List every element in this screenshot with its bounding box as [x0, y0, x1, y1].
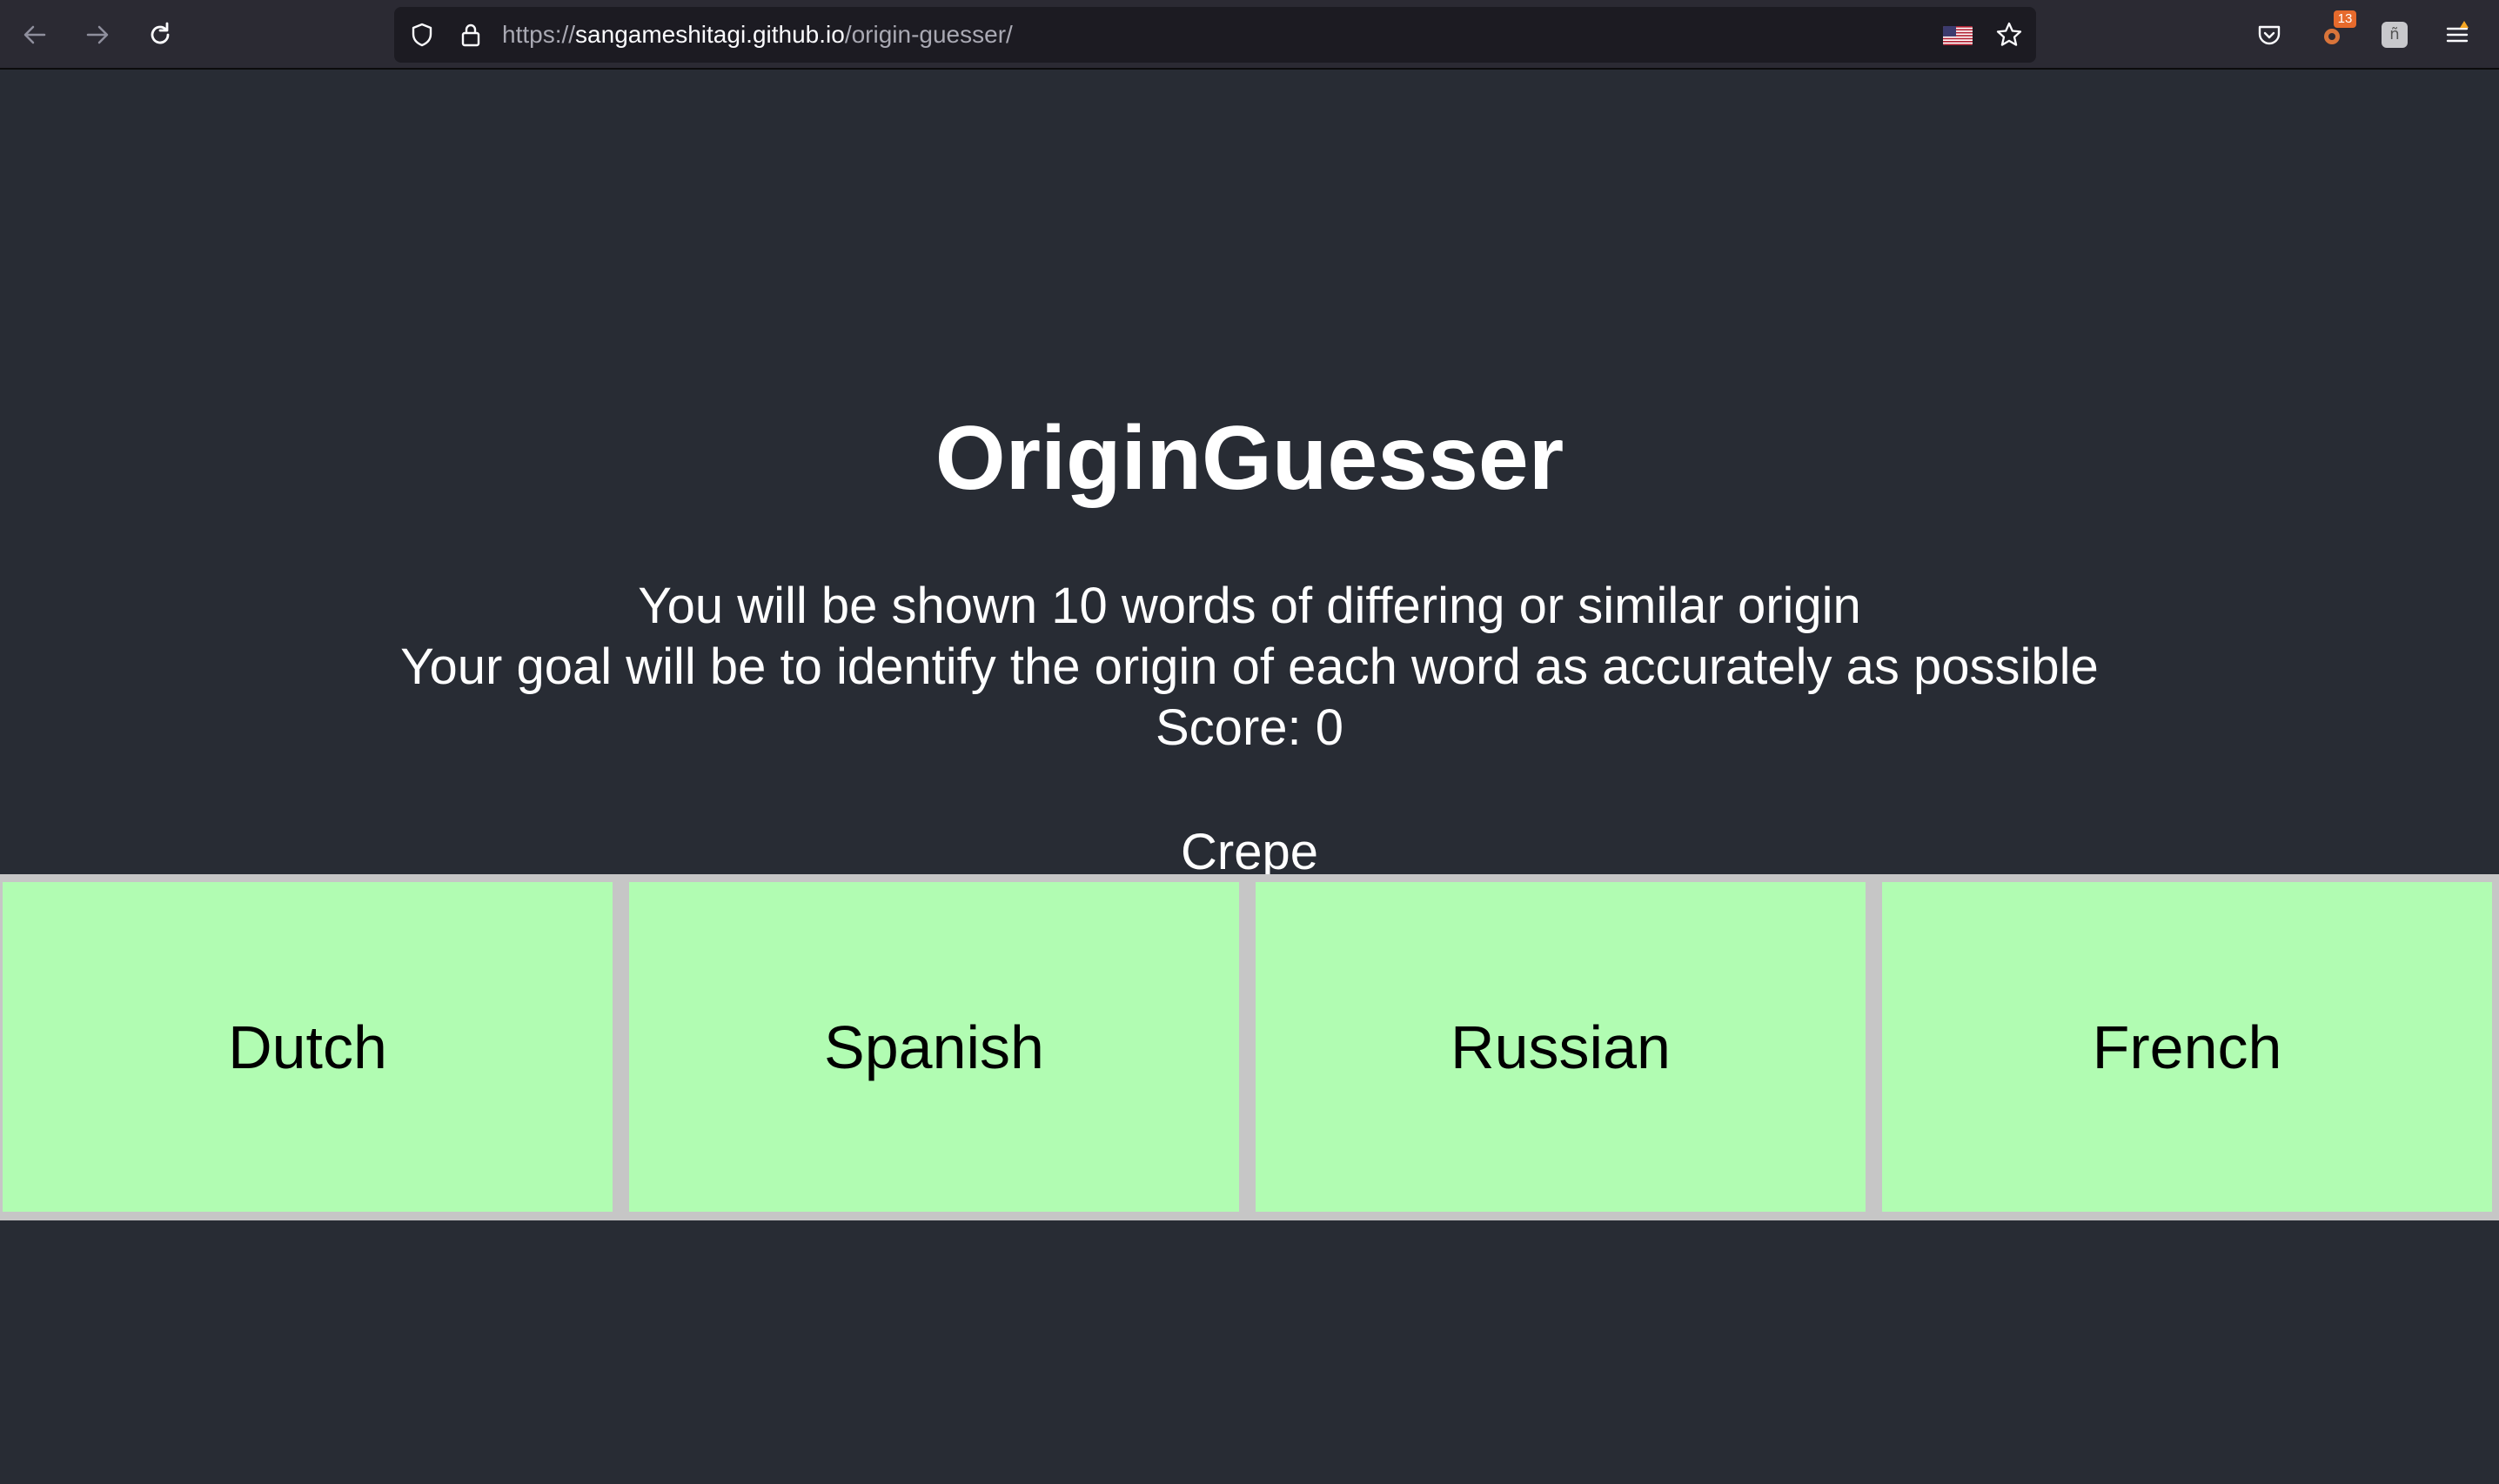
extension-badge: 13: [2334, 10, 2356, 28]
star-icon[interactable]: [1993, 19, 2025, 50]
arrow-left-icon: [23, 25, 46, 44]
page-title: OriginGuesser: [935, 408, 1564, 509]
choice-button-dutch[interactable]: Dutch: [3, 882, 613, 1212]
score-text: Score: 0: [1156, 699, 1343, 756]
lock-icon[interactable]: [455, 19, 486, 50]
url-path: /origin-guesser/: [844, 21, 1013, 48]
app-menu-button[interactable]: [2436, 14, 2478, 56]
address-bar[interactable]: https://sangameshitagi.github.io/origin-…: [394, 7, 2036, 63]
extension-square-button[interactable]: ñ: [2374, 14, 2415, 56]
forward-button[interactable]: [75, 12, 120, 57]
pocket-icon: [2258, 25, 2281, 45]
reload-button[interactable]: [137, 12, 183, 57]
pocket-button[interactable]: [2248, 14, 2290, 56]
hamburger-menu-icon: [2446, 21, 2469, 43]
browser-toolbar: https://sangameshitagi.github.io/origin-…: [0, 0, 2499, 70]
extension-letter-icon: ñ: [2382, 22, 2408, 48]
arrow-right-icon: [86, 25, 109, 44]
back-button[interactable]: [12, 12, 57, 57]
reload-icon: [151, 22, 170, 44]
url-scheme: https://: [502, 21, 576, 48]
description-line-1: You will be shown 10 words of differing …: [638, 578, 1861, 634]
choice-grid: Dutch Spanish Russian French: [0, 874, 2499, 1220]
choice-button-french[interactable]: French: [1882, 882, 2492, 1212]
extension-button[interactable]: 13: [2311, 10, 2356, 56]
description-line-2: Your goal will be to identify the origin…: [400, 638, 2099, 695]
choice-button-spanish[interactable]: Spanish: [629, 882, 1239, 1212]
page-content: OriginGuesser You will be shown 10 words…: [0, 70, 2499, 1484]
us-flag-icon[interactable]: [1943, 26, 1973, 45]
choice-button-russian[interactable]: Russian: [1256, 882, 1866, 1212]
url-host: sangameshitagi.github.io: [575, 21, 845, 48]
shield-icon[interactable]: [406, 19, 438, 50]
url-text[interactable]: https://sangameshitagi.github.io/origin-…: [502, 7, 1013, 63]
